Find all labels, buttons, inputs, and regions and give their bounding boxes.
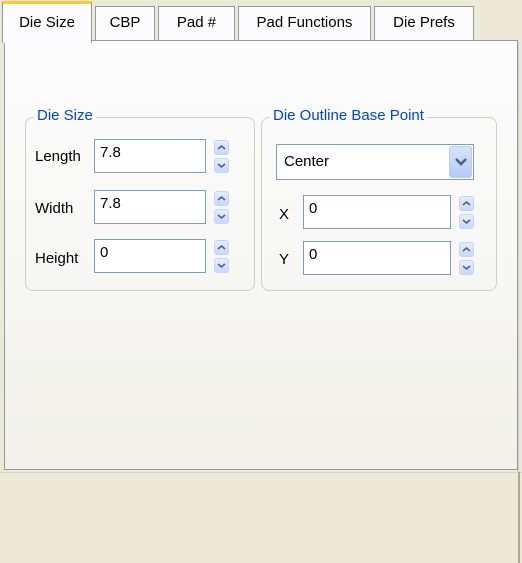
chevron-down-icon xyxy=(217,214,226,220)
height-spin-up-button[interactable] xyxy=(214,240,229,255)
chevron-down-icon xyxy=(455,158,467,166)
tab-label: Pad Functions xyxy=(256,14,353,31)
width-spinner xyxy=(214,191,229,225)
chevron-up-icon xyxy=(217,144,226,150)
tab-label: Pad # xyxy=(176,14,217,31)
y-spin-down-button[interactable] xyxy=(459,260,474,275)
length-spin-down-button[interactable] xyxy=(214,158,229,173)
x-label: X xyxy=(279,206,290,223)
base-point-group-title: Die Outline Base Point xyxy=(270,107,427,124)
tab-strip: Die Size CBP Pad # Pad Functions Die Pre… xyxy=(0,0,522,43)
chevron-up-icon xyxy=(217,244,226,250)
tab-label: Die Size xyxy=(19,14,75,31)
window-right-border xyxy=(518,472,520,563)
x-spin-down-button[interactable] xyxy=(459,214,474,229)
chevron-down-icon xyxy=(462,265,471,271)
x-spin-up-button[interactable] xyxy=(459,196,474,211)
tab-label: Die Prefs xyxy=(393,14,455,31)
tab-label: CBP xyxy=(109,14,141,31)
chevron-down-icon xyxy=(217,163,226,169)
die-size-group-title: Die Size xyxy=(34,107,96,124)
length-label: Length xyxy=(35,148,81,165)
length-input[interactable]: 7.8 xyxy=(94,139,206,173)
y-input[interactable]: 0 xyxy=(303,241,451,275)
chevron-up-icon xyxy=(217,195,226,201)
bottom-panel xyxy=(0,472,522,563)
tab-cbp[interactable]: CBP xyxy=(95,6,155,40)
die-size-group: Die Size Length 7.8 Width 7.8 Height 0 xyxy=(25,107,255,291)
base-point-select[interactable]: Center xyxy=(276,144,474,180)
x-input[interactable]: 0 xyxy=(303,195,451,229)
base-point-selected-value: Center xyxy=(284,153,330,170)
y-spinner xyxy=(459,242,474,276)
tab-die-prefs[interactable]: Die Prefs xyxy=(374,6,474,40)
width-label: Width xyxy=(35,200,74,217)
tab-pad-number[interactable]: Pad # xyxy=(158,6,235,40)
height-spin-down-button[interactable] xyxy=(214,258,229,273)
tab-pad-functions[interactable]: Pad Functions xyxy=(238,6,371,40)
x-spinner xyxy=(459,196,474,230)
base-point-dropdown-button[interactable] xyxy=(449,146,472,178)
die-properties-panel: Die Size CBP Pad # Pad Functions Die Pre… xyxy=(0,0,522,563)
length-spinner xyxy=(214,140,229,174)
base-point-group: Die Outline Base Point Center X 0 Y 0 xyxy=(261,107,497,291)
height-label: Height xyxy=(35,250,79,267)
chevron-down-icon xyxy=(462,219,471,225)
tab-page-die-size: Die Size Length 7.8 Width 7.8 Height 0 D… xyxy=(4,40,518,470)
chevron-up-icon xyxy=(462,200,471,206)
tab-die-size[interactable]: Die Size xyxy=(2,1,92,43)
length-spin-up-button[interactable] xyxy=(214,140,229,155)
width-spin-down-button[interactable] xyxy=(214,209,229,224)
chevron-up-icon xyxy=(462,246,471,252)
y-label: Y xyxy=(279,251,290,268)
y-spin-up-button[interactable] xyxy=(459,242,474,257)
width-input[interactable]: 7.8 xyxy=(94,190,206,224)
height-spinner xyxy=(214,240,229,274)
height-input[interactable]: 0 xyxy=(94,239,206,273)
width-spin-up-button[interactable] xyxy=(214,191,229,206)
chevron-down-icon xyxy=(217,263,226,269)
